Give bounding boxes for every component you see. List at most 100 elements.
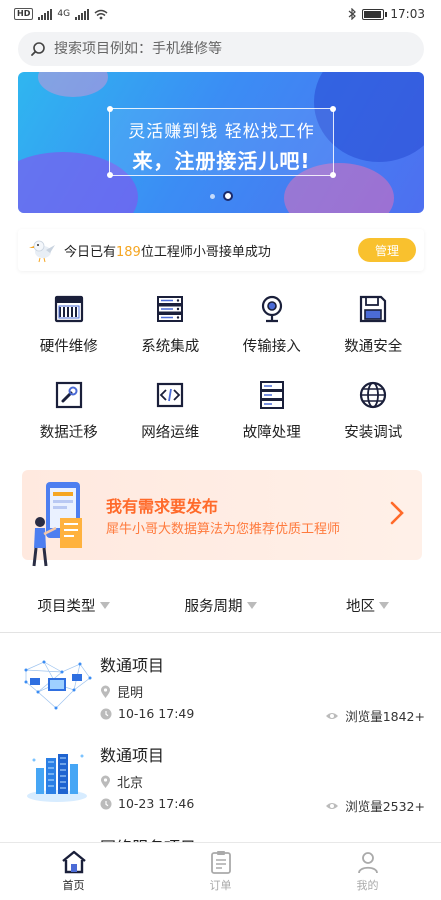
battery-fill [364, 10, 382, 18]
filter-label: 地区 [346, 598, 375, 615]
service-grid: 硬件维修 系统集成 传输接入 数通安全 数据迁移 网络运维 故障处理 安装调试 [18, 292, 424, 442]
banner-line-2: 来，注册接活儿吧! [132, 149, 311, 173]
tab-label: 首页 [62, 879, 85, 892]
service-data-migration[interactable]: 数据迁移 [18, 378, 120, 442]
notice-prefix: 今日已有 [64, 244, 117, 260]
time-text: 10-16 17:49 [118, 706, 195, 721]
filter-label: 服务周期 [184, 598, 243, 615]
time-text: 10-23 17:46 [118, 796, 195, 811]
project-item[interactable]: 数通项目 北京 10-23 17:46 浏览量2532+ [0, 740, 441, 830]
filter-divider [0, 632, 441, 633]
project-title: 数通项目 [100, 746, 165, 765]
server-rack-icon [153, 292, 187, 326]
promo-subtitle: 犀牛小哥大数据算法为您推荐优质工程师 [106, 522, 341, 537]
manage-button[interactable]: 管理 [358, 238, 416, 262]
user-icon [357, 852, 378, 874]
tab-home[interactable]: 首页 [0, 843, 147, 900]
wifi-icon [94, 9, 108, 19]
service-label: 网络运维 [141, 425, 200, 441]
bottom-tab-bar: 首页 订单 我的 [0, 842, 441, 900]
banner-dot[interactable] [209, 193, 215, 199]
status-right: 17:03 [348, 7, 425, 21]
location-text: 昆明 [117, 686, 144, 701]
frame-handle [330, 106, 336, 112]
service-label: 安装调试 [344, 425, 403, 441]
service-label: 数据迁移 [39, 425, 98, 441]
banner-pagination[interactable] [18, 191, 424, 201]
mascot-bird-icon [29, 240, 55, 263]
filter-label: 项目类型 [37, 598, 96, 615]
clock-icon [100, 798, 112, 809]
frame-handle [107, 106, 113, 112]
views-text: 浏览量1842+ [345, 709, 425, 724]
promo-title: 我有需求要发布 [106, 497, 219, 516]
project-views: 浏览量1842+ [325, 706, 425, 725]
signal-icon [38, 8, 53, 20]
banner-text-frame: 灵活赚到钱 轻松找工作 来，注册接活儿吧! [107, 106, 336, 178]
chevron-right-icon [390, 501, 404, 525]
filter-project-type[interactable]: 项目类型 [0, 590, 147, 620]
network-diagram-thumbnail [24, 660, 92, 710]
search-bar[interactable] [18, 32, 424, 66]
person-with-phone-illustration [32, 482, 82, 567]
battery-icon [362, 8, 388, 20]
network-type: 4G [57, 9, 71, 19]
notice-text: 今日已有189位工程师小哥接单成功 [64, 241, 271, 260]
service-label: 故障处理 [242, 425, 301, 441]
notice-suffix: 位工程师小哥接单成功 [140, 244, 271, 260]
project-location: 昆明 [100, 682, 143, 701]
search-icon [31, 42, 45, 56]
project-list: 数通项目 昆明 10-16 17:49 浏览量1842+ 数通项目 北京 10-… [0, 650, 441, 830]
eye-icon [326, 802, 339, 809]
service-fault-handling[interactable]: 故障处理 [221, 378, 323, 442]
tab-label: 订单 [209, 879, 232, 892]
clock: 17:03 [390, 7, 425, 21]
project-location: 北京 [100, 772, 143, 791]
project-views: 浏览量2532+ [325, 796, 425, 815]
caret-down-icon [246, 601, 257, 609]
project-time: 10-23 17:46 [100, 796, 194, 811]
views-text: 浏览量2532+ [345, 799, 425, 814]
service-datacom-security[interactable]: 数通安全 [323, 292, 425, 356]
promo-banner[interactable]: 灵活赚到钱 轻松找工作 来，注册接活儿吧! [18, 72, 424, 213]
service-install-debug[interactable]: 安装调试 [323, 378, 425, 442]
project-time: 10-16 17:49 [100, 706, 194, 721]
status-left: HD 4G [14, 8, 108, 20]
tab-orders[interactable]: 订单 [147, 843, 294, 900]
banner-dot-active[interactable] [222, 191, 233, 201]
banner-line-1: 灵活赚到钱 轻松找工作 [128, 122, 315, 142]
hd-badge: HD [14, 8, 34, 20]
eye-icon [326, 712, 339, 719]
project-item[interactable]: 数通项目 昆明 10-16 17:49 浏览量1842+ [0, 650, 441, 740]
notice-count: 189 [116, 244, 141, 260]
floppy-disk-icon [356, 292, 390, 326]
signal-icon-2 [75, 8, 90, 20]
filter-service-period[interactable]: 服务周期 [147, 590, 294, 620]
home-icon [61, 850, 86, 874]
caret-down-icon [379, 601, 389, 609]
wrench-icon [52, 378, 86, 412]
publish-demand-card[interactable]: 我有需求要发布 犀牛小哥大数据算法为您推荐优质工程师 [22, 470, 422, 567]
order-notice: 今日已有189位工程师小哥接单成功 管理 [18, 229, 424, 271]
banner-decor [38, 72, 108, 97]
globe-icon [356, 378, 390, 412]
bluetooth-icon [349, 8, 357, 20]
location-text: 北京 [117, 776, 144, 791]
caret-down-icon [99, 601, 110, 609]
webcam-icon [255, 292, 289, 326]
service-hardware-repair[interactable]: 硬件维修 [18, 292, 120, 356]
service-transmission-access[interactable]: 传输接入 [221, 292, 323, 356]
server-city-thumbnail [27, 754, 87, 802]
service-system-integration[interactable]: 系统集成 [120, 292, 222, 356]
service-label: 系统集成 [141, 339, 200, 355]
status-bar: HD 4G 17:03 [0, 0, 441, 28]
service-network-ops[interactable]: 网络运维 [120, 378, 222, 442]
filter-bar: 项目类型 服务周期 地区 [0, 590, 441, 620]
tab-profile[interactable]: 我的 [294, 843, 441, 900]
location-pin-icon [101, 685, 110, 698]
clipboard-icon [210, 851, 231, 874]
search-input[interactable] [54, 41, 394, 57]
hardware-repair-icon [52, 292, 86, 326]
filter-region[interactable]: 地区 [294, 590, 441, 620]
tab-label: 我的 [356, 879, 379, 892]
